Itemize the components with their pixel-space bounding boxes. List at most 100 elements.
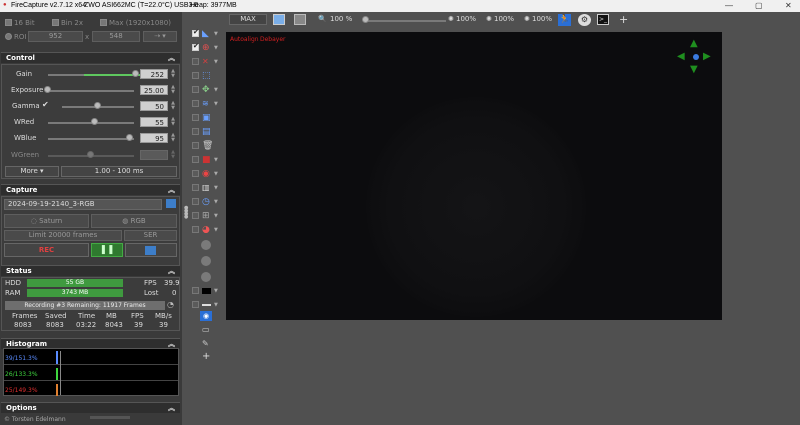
tool-row-profile[interactable]: ≋ ▼ (188, 98, 224, 110)
pause-button[interactable]: ❚❚ (91, 243, 123, 257)
tool-row-sequence[interactable]: ▥ ▼ (188, 182, 224, 194)
eye-icon[interactable]: ◉ (200, 311, 212, 321)
tool-row-filter[interactable]: ■ ▼ (188, 154, 224, 166)
exposure-value[interactable]: 25.00 (140, 85, 168, 95)
circle-button[interactable] (201, 240, 211, 250)
gamma-check-icon[interactable]: ✔ (42, 100, 49, 109)
tool-row-trash[interactable]: 🗑 (188, 140, 224, 152)
tool-row-timer[interactable]: ◷ ▼ (188, 196, 224, 208)
terminal-icon[interactable]: >_ (597, 14, 609, 25)
tool-checkbox[interactable] (192, 226, 199, 233)
preview-canvas[interactable]: Autoalign Debayer ▲ ◀ ▶ ▼ (226, 32, 722, 320)
wblue-slider-knob[interactable] (125, 134, 133, 141)
gamma-spinner[interactable]: ▲ ▼ (169, 101, 177, 111)
zoom-slider-knob[interactable] (362, 16, 369, 23)
rec-button[interactable]: REC (4, 243, 89, 257)
tool-row-align[interactable]: ✕ ▼ (188, 56, 224, 68)
control-header[interactable]: Control ︽ (1, 52, 180, 63)
tool-row-focus[interactable]: ✥ ▼ (188, 84, 224, 96)
scroll-handle[interactable] (90, 416, 130, 419)
tool-checkbox[interactable] (192, 142, 199, 149)
capture-header[interactable]: Capture ︽ (1, 184, 180, 195)
exposure-slider[interactable] (48, 90, 134, 92)
status-header[interactable]: Status ︽ (1, 265, 180, 276)
roi-radio[interactable] (5, 33, 12, 40)
tool-checkbox[interactable] (192, 184, 199, 191)
arrow-up-icon[interactable]: ▲ (690, 38, 698, 49)
splitter-handle[interactable]: ● ● ● ● (184, 206, 188, 221)
tool-checkbox[interactable] (192, 128, 199, 135)
add-icon[interactable]: + (202, 351, 210, 362)
gamma-slider-knob[interactable] (94, 102, 101, 109)
wred-value[interactable]: 55 (140, 117, 168, 127)
tool-row-grid[interactable]: ⊞ ▼ (188, 210, 224, 222)
split-icon[interactable] (294, 14, 306, 25)
tool-row-line[interactable]: ▼ (188, 299, 224, 311)
circle-button[interactable] (201, 256, 211, 266)
circle-button[interactable] (201, 272, 211, 282)
tool-checkbox[interactable] (192, 212, 199, 219)
add-icon[interactable]: + (619, 13, 628, 26)
zoom-slider[interactable] (366, 20, 446, 22)
tool-row-darkframe[interactable]: ▣ (188, 112, 224, 124)
wgreen-value[interactable] (140, 150, 168, 160)
tool-row-roi[interactable]: ⬚ (188, 70, 224, 82)
tool-checkbox[interactable] (192, 58, 199, 65)
arrow-right-icon[interactable]: ▶ (703, 51, 711, 62)
more-button[interactable]: More ▾ (5, 166, 59, 177)
center-icon[interactable] (693, 54, 699, 60)
wblue-spinner[interactable]: ▲ ▼ (169, 133, 177, 143)
tool-checkbox[interactable] (192, 86, 199, 93)
contrast-value[interactable]: 100% (494, 15, 514, 23)
wgreen-slider-knob[interactable] (87, 151, 94, 158)
tool-row-color[interactable]: ◕ ▼ (188, 224, 224, 236)
tool-checkbox[interactable] (192, 170, 199, 177)
roi-menu-button[interactable]: ⇢ ▾ (143, 31, 177, 42)
monitor-icon[interactable]: ▭ (202, 325, 210, 334)
bin2x-checkbox[interactable] (52, 19, 59, 26)
folder-icon[interactable] (166, 199, 176, 208)
stop-button[interactable] (125, 243, 177, 257)
max-button[interactable]: MAX (229, 14, 267, 25)
tool-row-black[interactable]: ▼ (188, 285, 224, 297)
tool-row-crosshair[interactable]: ✔ ⊕ ▼ (188, 42, 224, 54)
maximize-icon[interactable]: ▢ (755, 1, 763, 10)
range-button[interactable]: 1.00 - 100 ms (61, 166, 177, 177)
limit-button[interactable]: Limit 20000 frames (4, 230, 122, 241)
tool-row-record[interactable]: ◉ ▼ (188, 168, 224, 180)
tool-row-flatframe[interactable]: ▤ (188, 126, 224, 138)
saturation-value[interactable]: 100% (532, 15, 552, 23)
tool-checkbox[interactable] (192, 301, 199, 308)
tool-checkbox[interactable] (192, 100, 199, 107)
tool-checkbox[interactable] (192, 72, 199, 79)
roi-width-field[interactable]: 952 (28, 31, 83, 42)
wblue-value[interactable]: 95 (140, 133, 168, 143)
filename-field[interactable]: 2024-09-19-2140_3-RGB (4, 199, 162, 210)
exposure-spinner[interactable]: ▲ ▼ (169, 85, 177, 95)
tool-row-histogram[interactable]: ✔ ◣ ▼ (188, 28, 224, 40)
minimize-icon[interactable]: — (725, 1, 733, 10)
options-header[interactable]: Options ︽ (1, 402, 180, 413)
close-icon[interactable]: ✕ (785, 1, 792, 10)
tool-checkbox[interactable] (192, 198, 199, 205)
ser-button[interactable]: SER (124, 230, 177, 241)
rgb-button[interactable]: ◍ RGB (91, 214, 177, 228)
screen-icon[interactable] (273, 14, 285, 25)
16bit-checkbox[interactable] (5, 19, 12, 26)
tool-checkbox[interactable]: ✔ (192, 42, 199, 51)
arrow-left-icon[interactable]: ◀ (677, 51, 685, 62)
gamma-value[interactable]: 50 (140, 101, 168, 111)
gain-value[interactable]: 252 (140, 69, 168, 79)
gain-spinner[interactable]: ▲ ▼ (169, 69, 177, 79)
tool-checkbox[interactable] (192, 287, 199, 294)
wblue-slider[interactable] (48, 138, 134, 140)
arrow-down-icon[interactable]: ▼ (690, 64, 698, 75)
exposure-slider-knob[interactable] (44, 86, 51, 93)
pen-icon[interactable]: ✎ (202, 339, 209, 348)
brightness-value[interactable]: 100% (456, 15, 476, 23)
settings-icon[interactable]: ⚙ (578, 14, 591, 26)
wgreen-spinner[interactable]: ▲ ▼ (169, 150, 177, 160)
max-res-checkbox[interactable] (100, 19, 107, 26)
roi-height-field[interactable]: 548 (92, 31, 140, 42)
tool-checkbox[interactable] (192, 114, 199, 121)
